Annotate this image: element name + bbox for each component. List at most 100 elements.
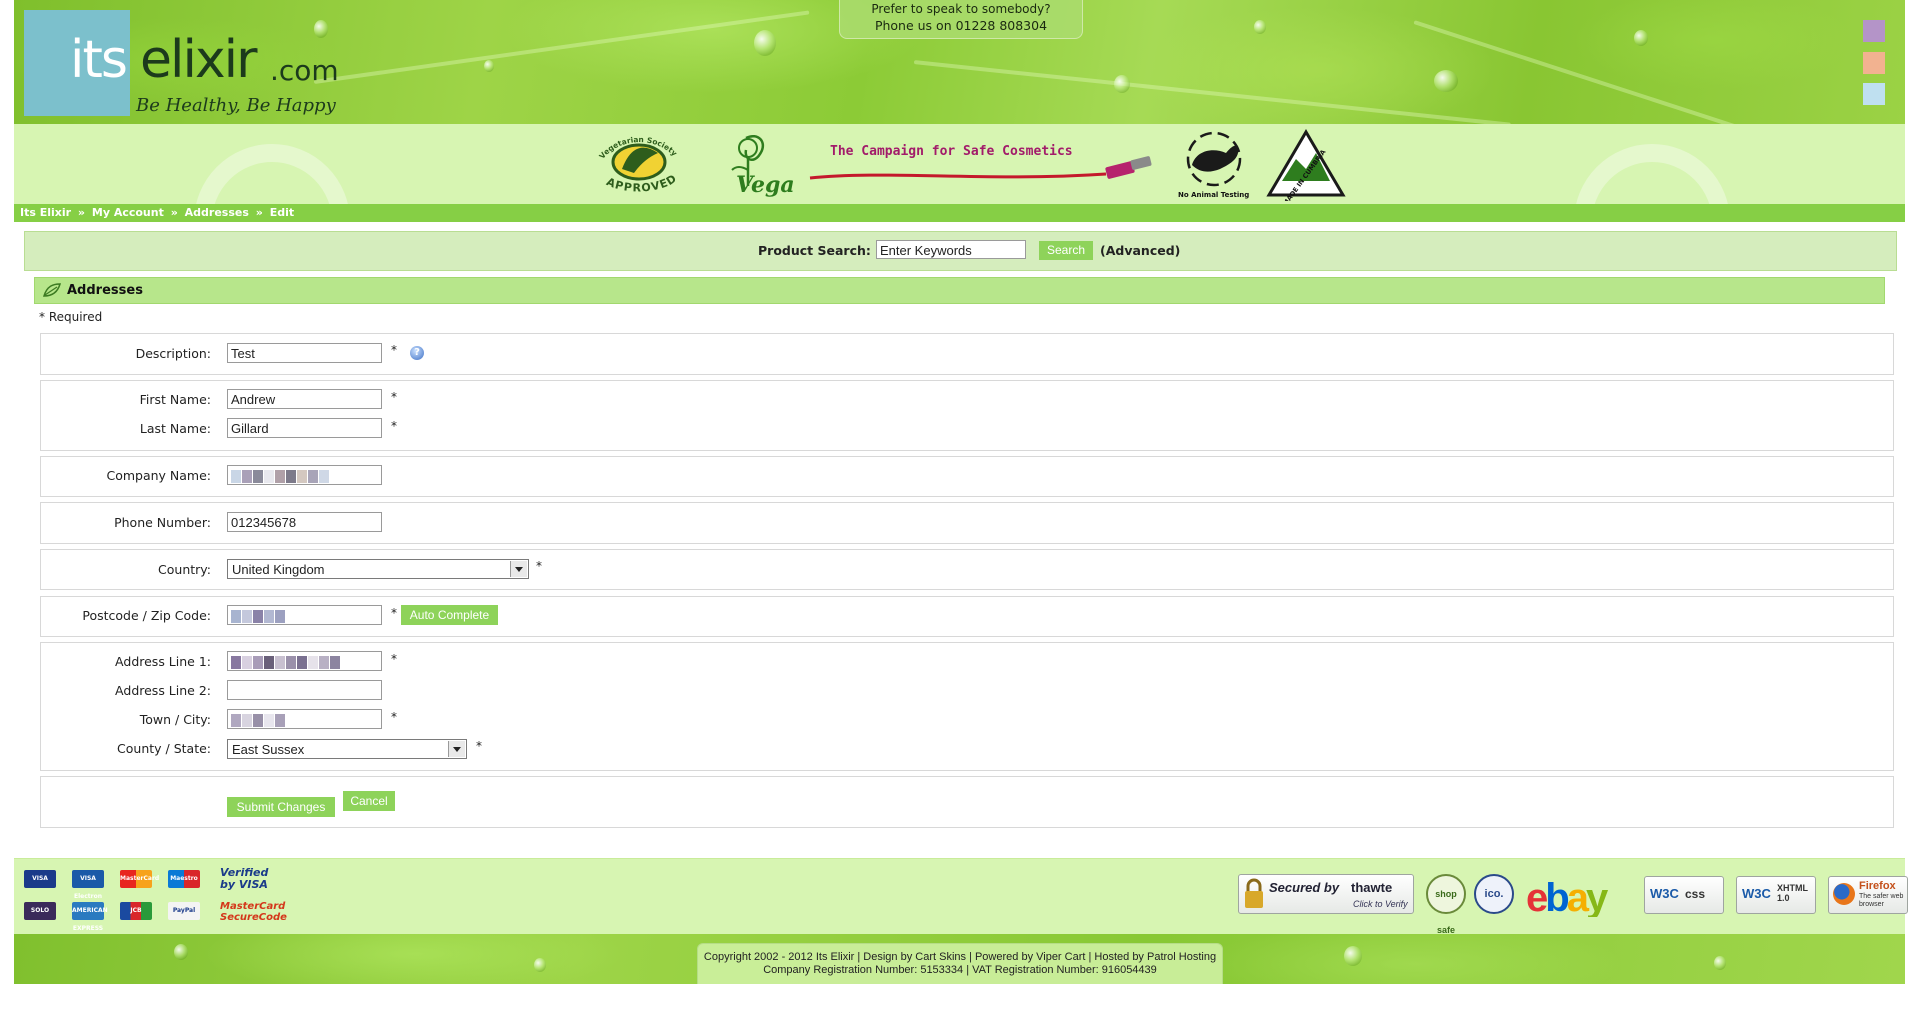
first-name-input[interactable]: Andrew	[227, 389, 382, 409]
required-star: *	[391, 710, 397, 724]
country-select[interactable]: United Kingdom	[227, 559, 529, 579]
breadcrumb-separator: »	[170, 206, 178, 219]
svg-text:ebay: ebay	[1526, 876, 1609, 917]
verified-by-visa: Verified by VISA	[220, 866, 269, 891]
phone-contact-box: Prefer to speak to somebody? Phone us on…	[839, 0, 1083, 39]
site-wrapper: its elixir .com Be Healthy, Be Happy Pre…	[14, 0, 1908, 984]
card-amex: AMERICAN EXPRESS	[72, 902, 108, 932]
fieldset-postcode: Postcode / Zip Code: * Auto Complete	[40, 596, 1894, 637]
county-select[interactable]: East Sussex	[227, 739, 467, 759]
breadcrumb-edit[interactable]: Edit	[270, 206, 294, 219]
town-city-input[interactable]	[227, 709, 382, 729]
advanced-search-link[interactable]: (Advanced)	[1100, 243, 1180, 258]
product-search-bar: Product Search: Enter Keywords Search (A…	[24, 231, 1897, 271]
county-select-value: East Sussex	[232, 742, 305, 757]
required-star: *	[391, 343, 397, 357]
country-label: Country:	[158, 562, 211, 577]
search-input[interactable]: Enter Keywords	[876, 240, 1026, 259]
help-icon[interactable]: ?	[410, 346, 424, 360]
vegan-text: Vegan	[736, 172, 794, 198]
w3c-xhtml-badge[interactable]: W3C XHTML 1.0	[1736, 876, 1816, 914]
breadcrumb-my-account[interactable]: My Account	[92, 206, 164, 219]
description-label: Description:	[135, 346, 211, 361]
first-name-label: First Name:	[139, 392, 211, 407]
w3c-css-badge[interactable]: W3C css	[1644, 876, 1724, 914]
card-maestro: Maestro	[168, 870, 200, 888]
thawte-seal[interactable]: Secured by thawte Click to Verify	[1238, 874, 1414, 914]
fieldset-address: Address Line 1: * Address Line 2: Town /…	[40, 642, 1894, 771]
ico-badge[interactable]: ico.	[1474, 874, 1514, 914]
no-animal-testing-badge: No Animal Testing	[1178, 131, 1249, 199]
phone-number-input[interactable]: 012345678	[227, 512, 382, 532]
w3c-xhtml-text: XHTML 1.0	[1777, 883, 1808, 903]
address-line-1-input[interactable]	[227, 651, 382, 671]
logo-tagline: Be Healthy, Be Happy	[136, 95, 336, 116]
card-paypal: PayPal	[168, 902, 200, 920]
required-star: *	[391, 606, 397, 620]
description-input[interactable]: Test	[227, 343, 382, 363]
theme-swatch-purple[interactable]	[1863, 20, 1885, 42]
firefox-icon	[1833, 883, 1855, 905]
required-star: *	[391, 390, 397, 404]
theme-swatch-blue[interactable]	[1863, 83, 1885, 105]
fieldset-country: Country: United Kingdom *	[40, 549, 1894, 590]
logo-dotcom-text: .com	[270, 54, 339, 87]
card-jcb: JCB	[120, 902, 152, 920]
auto-complete-button[interactable]: Auto Complete	[401, 605, 498, 625]
copyright-line: Copyright 2002 - 2012 Its Elixir | Desig…	[703, 951, 1217, 963]
firefox-sub-text: The safer web browser	[1859, 893, 1904, 908]
county-state-label: County / State:	[117, 741, 211, 756]
campaign-text: The Campaign for Safe Cosmetics	[830, 144, 1073, 159]
phone-prompt: Prefer to speak to somebody?	[871, 2, 1051, 16]
ebay-logo[interactable]: ebay	[1524, 871, 1634, 917]
last-name-input[interactable]: Gillard	[227, 418, 382, 438]
mastercard-securecode: MasterCard SecureCode	[220, 901, 287, 923]
w3c-css-text: css	[1685, 887, 1706, 901]
phone-number: Phone us on 01228 808304	[874, 18, 1048, 33]
card-visa: VISA	[24, 870, 56, 888]
shop-safe-badge[interactable]: shop safe	[1426, 874, 1466, 935]
required-star: *	[391, 419, 397, 433]
chevron-down-icon	[448, 741, 465, 757]
theme-swatch-peach[interactable]	[1863, 52, 1885, 74]
padlock-icon	[1245, 878, 1263, 908]
payment-trust-row: VISA VISA Electron MasterCard Maestro SO…	[14, 858, 1908, 935]
leaf-icon	[43, 283, 61, 297]
postcode-input[interactable]	[227, 605, 382, 625]
fieldset-phone: Phone Number: 012345678	[40, 502, 1894, 544]
required-star: *	[536, 559, 542, 573]
breadcrumb-addresses[interactable]: Addresses	[185, 206, 249, 219]
last-name-label: Last Name:	[139, 421, 211, 436]
cancel-button[interactable]: Cancel	[343, 791, 395, 811]
breadcrumb-home[interactable]: Its Elixir	[20, 206, 71, 219]
header: its elixir .com Be Healthy, Be Happy Pre…	[14, 0, 1905, 124]
phone-number-label: Phone Number:	[114, 515, 211, 530]
vegan-badge: Vegan	[731, 135, 794, 198]
required-star: *	[391, 652, 397, 666]
search-label: Product Search:	[758, 243, 871, 258]
required-star: *	[476, 739, 482, 753]
company-name-input[interactable]	[227, 465, 382, 485]
fieldset-names: First Name: Andrew * Last Name: Gillard …	[40, 380, 1894, 451]
card-mastercard: MasterCard	[120, 870, 159, 888]
no-animal-text: No Animal Testing	[1178, 191, 1249, 199]
submit-changes-button[interactable]: Submit Changes	[227, 797, 335, 817]
section-title: Addresses	[67, 283, 143, 298]
logo-its-text: its	[70, 30, 128, 90]
thawte-secured-text: Secured by	[1269, 880, 1340, 895]
certification-badges: Vegetarian Society APPROVED Vegan The Ca…	[14, 124, 1905, 204]
made-in-cumbria-badge: MADE IN CUMBRIA	[1266, 129, 1346, 201]
address-line-2-input[interactable]	[227, 680, 382, 700]
search-button[interactable]: Search	[1039, 241, 1093, 260]
breadcrumb-separator: »	[77, 206, 86, 219]
breadcrumb-separator: »	[255, 206, 263, 219]
chevron-down-icon	[510, 561, 527, 577]
firefox-text: Firefox	[1859, 880, 1896, 892]
fieldset-actions: Submit Changes Cancel	[40, 776, 1894, 828]
card-visa-electron: VISA Electron	[72, 870, 104, 900]
firefox-badge[interactable]: Firefox The safer web browser	[1828, 876, 1908, 914]
breadcrumb: Its Elixir » My Account » Addresses » Ed…	[14, 204, 1905, 222]
address-line-2-label: Address Line 2:	[115, 683, 211, 698]
card-solo: SOLO	[24, 902, 56, 920]
footer: Copyright 2002 - 2012 Its Elixir | Desig…	[14, 934, 1905, 984]
